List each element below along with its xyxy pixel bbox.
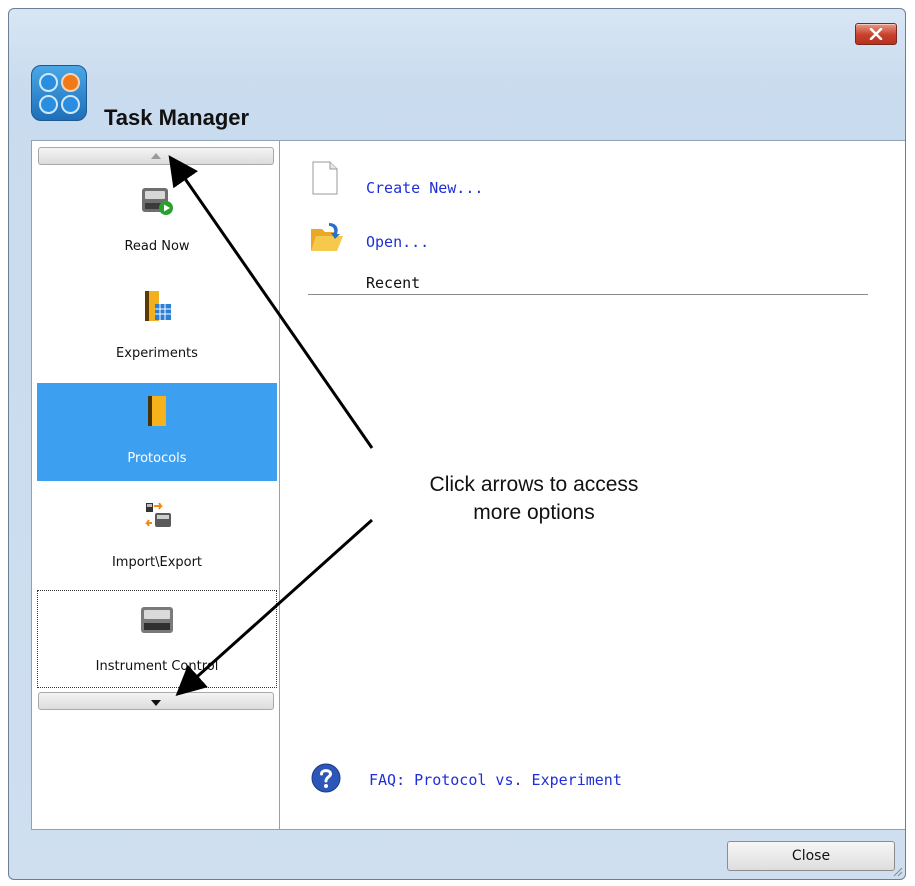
arrow-down-pointer [175, 518, 374, 697]
arrow-up-pointer [168, 155, 374, 449]
annotation-arrows [168, 155, 374, 697]
